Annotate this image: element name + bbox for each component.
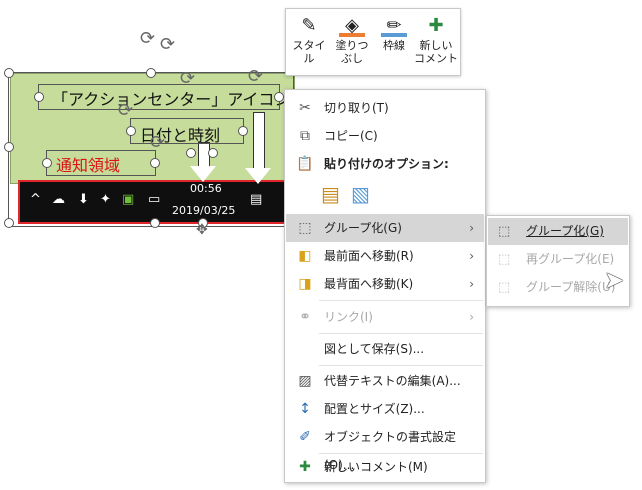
- menu-item-link[interactable]: ⚭ リンク(I) ›: [286, 303, 484, 331]
- style-button[interactable]: ✎ スタイル: [288, 9, 330, 73]
- regroup-icon: ⬚: [498, 252, 511, 267]
- paste-keep-source-icon[interactable]: ▤: [321, 182, 340, 206]
- shape-style-icon: ✎: [301, 15, 317, 36]
- format-object-icon: ✐: [299, 429, 311, 445]
- mouse-cursor-icon: ➤: [604, 266, 625, 294]
- rotate-icon[interactable]: ⟳: [150, 132, 165, 153]
- menu-item-copy[interactable]: ⧉ コピー(C): [286, 122, 484, 150]
- copy-icon: ⧉: [300, 128, 310, 144]
- rotate-icon[interactable]: ⟳: [180, 68, 195, 89]
- submenu-arrow-icon: ›: [469, 310, 474, 324]
- menu-item-size-position[interactable]: ↕ 配置とサイズ(Z)...: [286, 395, 484, 423]
- rotate-icon[interactable]: ⟳: [140, 28, 155, 49]
- resize-handle[interactable]: [34, 92, 44, 102]
- bring-to-front-icon: ◧: [298, 248, 312, 264]
- selection-frame: [130, 118, 244, 144]
- link-icon: ⚭: [299, 309, 311, 325]
- scissors-icon: ✂: [299, 100, 311, 116]
- resize-handle[interactable]: [208, 148, 218, 158]
- selection-frame: [38, 84, 280, 110]
- rotate-icon[interactable]: ⟳: [118, 100, 133, 121]
- menu-item-bring-front[interactable]: ◧ 最前面へ移動(R) ›: [286, 242, 484, 270]
- outline-button[interactable]: ✏ 枠線: [374, 9, 414, 73]
- ungroup-icon: ⬚: [498, 280, 511, 295]
- submenu-item-group[interactable]: ⬚ グループ化(G): [488, 218, 628, 245]
- resize-handle[interactable]: [42, 158, 52, 168]
- resize-handle[interactable]: [150, 158, 160, 168]
- paint-bucket-icon: ◈: [339, 15, 365, 37]
- rotate-icon[interactable]: ⟳: [160, 34, 175, 55]
- context-menu: ✂ 切り取り(T) ⧉ コピー(C) 📋 貼り付けのオプション: ▤ ▧ ⬚ グ…: [284, 89, 486, 483]
- menu-item-send-back[interactable]: ◨ 最背面へ移動(K) ›: [286, 270, 484, 298]
- menu-separator: [319, 300, 483, 301]
- paste-as-picture-icon[interactable]: ▧: [351, 182, 370, 206]
- submenu-arrow-icon: ›: [469, 277, 474, 291]
- menu-item-save-as-picture[interactable]: 図として保存(S)...: [286, 335, 484, 363]
- menu-item-format-object[interactable]: ✐ オブジェクトの書式設定(O)...: [286, 423, 484, 472]
- pen-icon: ✏: [381, 15, 407, 37]
- menu-item-group[interactable]: ⬚ グループ化(G) ›: [286, 214, 484, 242]
- mini-toolbar: ✎ スタイル ◈ 塗りつ ぶし ✏ 枠線 ✚ 新しい コメント: [285, 8, 461, 76]
- selection-frame: [46, 150, 156, 176]
- resize-handle[interactable]: [4, 142, 14, 152]
- fill-button[interactable]: ◈ 塗りつ ぶし: [332, 9, 372, 73]
- submenu-arrow-icon: ›: [469, 249, 474, 263]
- resize-handle[interactable]: [150, 218, 160, 228]
- resize-handle[interactable]: [146, 68, 156, 78]
- menu-item-cut[interactable]: ✂ 切り取り(T): [286, 94, 484, 122]
- new-comment-button[interactable]: ✚ 新しい コメント: [414, 9, 458, 73]
- menu-separator: [319, 365, 483, 366]
- group-icon: ⬚: [298, 220, 312, 236]
- comment-plus-icon: ✚: [428, 15, 444, 36]
- menu-item-alt-text[interactable]: ▨ 代替テキストの編集(A)...: [286, 367, 484, 395]
- menu-item-new-comment[interactable]: ✚ 新しいコメント(M): [286, 453, 484, 481]
- submenu-arrow-icon: ›: [469, 221, 474, 235]
- clipboard-icon: 📋: [296, 156, 314, 172]
- menu-separator: [319, 333, 483, 334]
- resize-handle[interactable]: [126, 126, 136, 136]
- new-comment-icon: ✚: [299, 459, 311, 475]
- rotate-icon[interactable]: ⟳: [248, 66, 263, 87]
- resize-handle[interactable]: [186, 148, 196, 158]
- group-icon: ⬚: [498, 224, 511, 239]
- resize-handle[interactable]: [238, 126, 248, 136]
- move-icon[interactable]: ✥: [196, 222, 208, 238]
- size-position-icon: ↕: [299, 401, 311, 417]
- send-to-back-icon: ◨: [298, 276, 312, 292]
- resize-handle[interactable]: [274, 92, 284, 102]
- resize-handle[interactable]: [4, 218, 14, 228]
- paste-options-header: 📋 貼り付けのオプション:: [286, 150, 484, 178]
- resize-handle[interactable]: [4, 68, 14, 78]
- alt-text-icon: ▨: [298, 373, 312, 389]
